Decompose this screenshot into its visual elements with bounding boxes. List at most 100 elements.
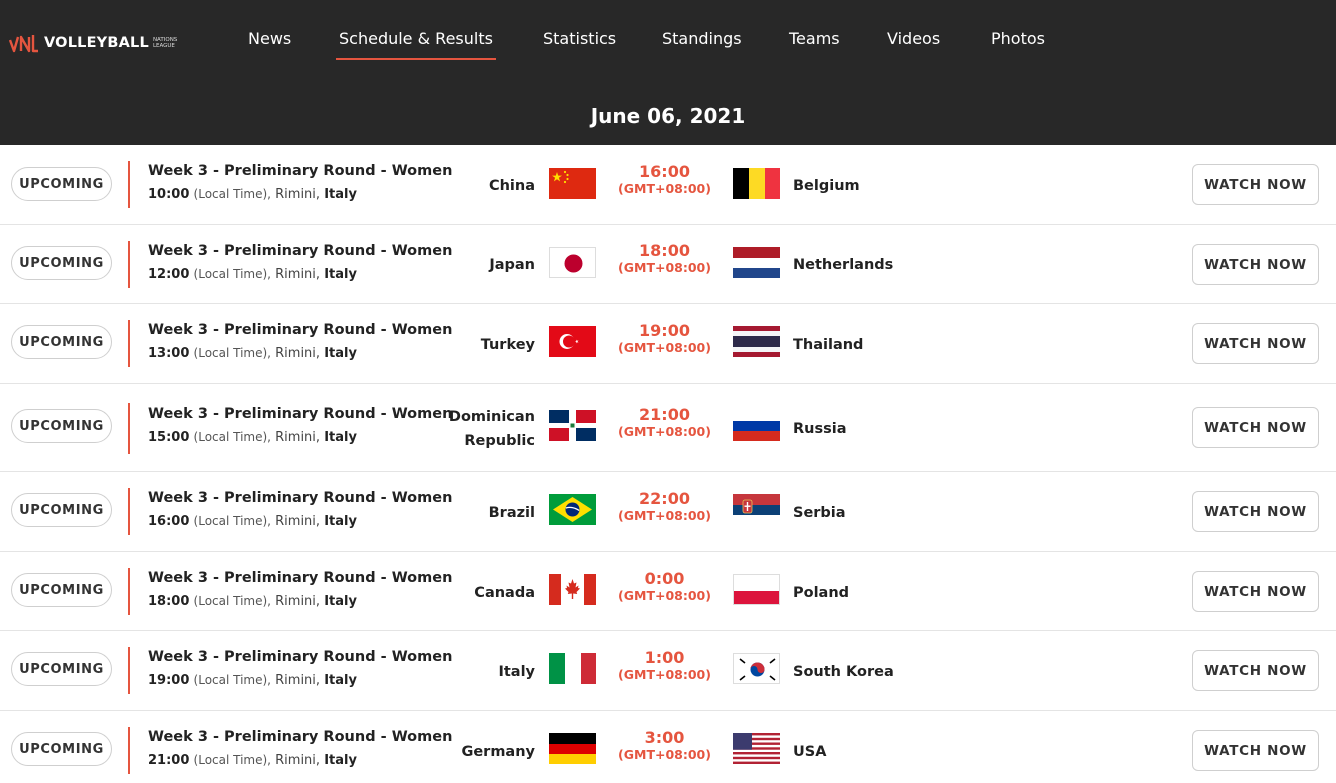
row-divider <box>128 727 130 774</box>
match-time: 16:00 (GMT+08:00) <box>618 162 711 197</box>
match-row: UPCOMING Week 3 - Preliminary Round - Wo… <box>0 472 1336 552</box>
away-team: Belgium <box>793 178 860 194</box>
watch-now-button[interactable]: WATCH NOW <box>1192 164 1319 205</box>
row-divider <box>128 568 130 615</box>
schedule-date: June 06, 2021 <box>590 104 746 128</box>
home-team: Turkey <box>480 337 535 353</box>
home-team: Italy <box>498 664 535 680</box>
row-divider <box>128 241 130 288</box>
match-row: UPCOMING Week 3 - Preliminary Round - Wo… <box>0 631 1336 711</box>
brand-subtitle: NATIONS LEAGUE <box>152 37 178 49</box>
china-flag-icon <box>549 168 596 199</box>
row-divider <box>128 161 130 208</box>
status-badge: UPCOMING <box>11 167 112 201</box>
match-venue: 18:00 (Local Time), Rimini, Italy <box>148 594 357 609</box>
match-round: Week 3 - Preliminary Round - Women <box>148 570 453 586</box>
watch-now-button[interactable]: WATCH NOW <box>1192 491 1319 532</box>
match-venue: 21:00 (Local Time), Rimini, Italy <box>148 753 357 768</box>
vnl-logo-icon <box>9 35 38 53</box>
home-team: Brazil <box>488 505 535 521</box>
match-round: Week 3 - Preliminary Round - Women <box>148 243 453 259</box>
status-badge: UPCOMING <box>11 325 112 359</box>
status-badge: UPCOMING <box>11 493 112 527</box>
match-round: Week 3 - Preliminary Round - Women <box>148 490 453 506</box>
watch-now-button[interactable]: WATCH NOW <box>1192 571 1319 612</box>
match-row: UPCOMING Week 3 - Preliminary Round - Wo… <box>0 711 1336 783</box>
south-korea-flag-icon <box>733 653 780 684</box>
watch-now-button[interactable]: WATCH NOW <box>1192 730 1319 771</box>
canada-flag-icon <box>549 574 596 605</box>
away-team: Poland <box>793 585 850 601</box>
netherlands-flag-icon <box>733 247 780 278</box>
home-team: Canada <box>474 585 535 601</box>
match-time: 0:00 (GMT+08:00) <box>618 569 711 604</box>
away-team: South Korea <box>793 664 894 680</box>
match-row: UPCOMING Week 3 - Preliminary Round - Wo… <box>0 552 1336 631</box>
match-round: Week 3 - Preliminary Round - Women <box>148 729 453 745</box>
watch-now-button[interactable]: WATCH NOW <box>1192 244 1319 285</box>
match-time: 18:00 (GMT+08:00) <box>618 241 711 276</box>
match-round: Week 3 - Preliminary Round - Women <box>148 322 453 338</box>
match-time: 19:00 (GMT+08:00) <box>618 321 711 356</box>
match-time: 22:00 (GMT+08:00) <box>618 489 711 524</box>
match-venue: 16:00 (Local Time), Rimini, Italy <box>148 514 357 529</box>
match-round: Week 3 - Preliminary Round - Women <box>148 406 453 422</box>
away-team: Russia <box>793 421 847 437</box>
top-header: VOLLEYBALL NATIONS LEAGUE News Schedule … <box>0 0 1336 145</box>
turkey-flag-icon <box>549 326 596 357</box>
match-venue: 19:00 (Local Time), Rimini, Italy <box>148 673 357 688</box>
match-round: Week 3 - Preliminary Round - Women <box>148 649 453 665</box>
home-team: Dominican Republic <box>448 409 535 449</box>
match-venue: 10:00 (Local Time), Rimini, Italy <box>148 187 357 202</box>
match-venue: 13:00 (Local Time), Rimini, Italy <box>148 346 357 361</box>
status-badge: UPCOMING <box>11 732 112 766</box>
watch-now-button[interactable]: WATCH NOW <box>1192 407 1319 448</box>
match-round: Week 3 - Preliminary Round - Women <box>148 163 453 179</box>
nav-item-news[interactable]: News <box>248 29 291 48</box>
nav-item-photos[interactable]: Photos <box>991 29 1045 48</box>
status-badge: UPCOMING <box>11 573 112 607</box>
away-team: Serbia <box>793 505 846 521</box>
serbia-flag-icon <box>733 494 780 525</box>
row-divider <box>128 403 130 454</box>
home-team: Germany <box>461 744 535 760</box>
status-badge: UPCOMING <box>11 246 112 280</box>
thailand-flag-icon <box>733 326 780 357</box>
match-time: 21:00 (GMT+08:00) <box>618 405 711 440</box>
status-badge: UPCOMING <box>11 652 112 686</box>
home-team: Japan <box>489 257 535 273</box>
dominican-republic-flag-icon <box>549 410 596 441</box>
away-team: Thailand <box>793 337 864 353</box>
nav-item-schedule-results[interactable]: Schedule & Results <box>336 29 496 60</box>
usa-flag-icon <box>733 733 780 764</box>
away-team: USA <box>793 744 827 760</box>
match-venue: 12:00 (Local Time), Rimini, Italy <box>148 267 357 282</box>
brazil-flag-icon <box>549 494 596 525</box>
vnl-logo[interactable]: VOLLEYBALL NATIONS LEAGUE <box>9 31 181 55</box>
watch-now-button[interactable]: WATCH NOW <box>1192 650 1319 691</box>
nav-item-standings[interactable]: Standings <box>662 29 742 48</box>
match-row: UPCOMING Week 3 - Preliminary Round - Wo… <box>0 225 1336 304</box>
japan-flag-icon <box>549 247 596 278</box>
brand-name: VOLLEYBALL <box>44 35 149 51</box>
match-row: UPCOMING Week 3 - Preliminary Round - Wo… <box>0 384 1336 472</box>
match-venue: 15:00 (Local Time), Rimini, Italy <box>148 430 357 445</box>
nav-item-statistics[interactable]: Statistics <box>543 29 616 48</box>
nav-item-teams[interactable]: Teams <box>789 29 840 48</box>
row-divider <box>128 647 130 694</box>
italy-flag-icon <box>549 653 596 684</box>
match-time: 1:00 (GMT+08:00) <box>618 648 711 683</box>
away-team: Netherlands <box>793 257 894 273</box>
germany-flag-icon <box>549 733 596 764</box>
nav-item-videos[interactable]: Videos <box>887 29 940 48</box>
russia-flag-icon <box>733 410 780 441</box>
match-list: UPCOMING Week 3 - Preliminary Round - Wo… <box>0 145 1336 783</box>
home-team: China <box>488 178 535 194</box>
status-badge: UPCOMING <box>11 409 112 443</box>
poland-flag-icon <box>733 574 780 605</box>
match-row: UPCOMING Week 3 - Preliminary Round - Wo… <box>0 304 1336 384</box>
watch-now-button[interactable]: WATCH NOW <box>1192 323 1319 364</box>
match-row: UPCOMING Week 3 - Preliminary Round - Wo… <box>0 145 1336 225</box>
row-divider <box>128 488 130 535</box>
row-divider <box>128 320 130 367</box>
